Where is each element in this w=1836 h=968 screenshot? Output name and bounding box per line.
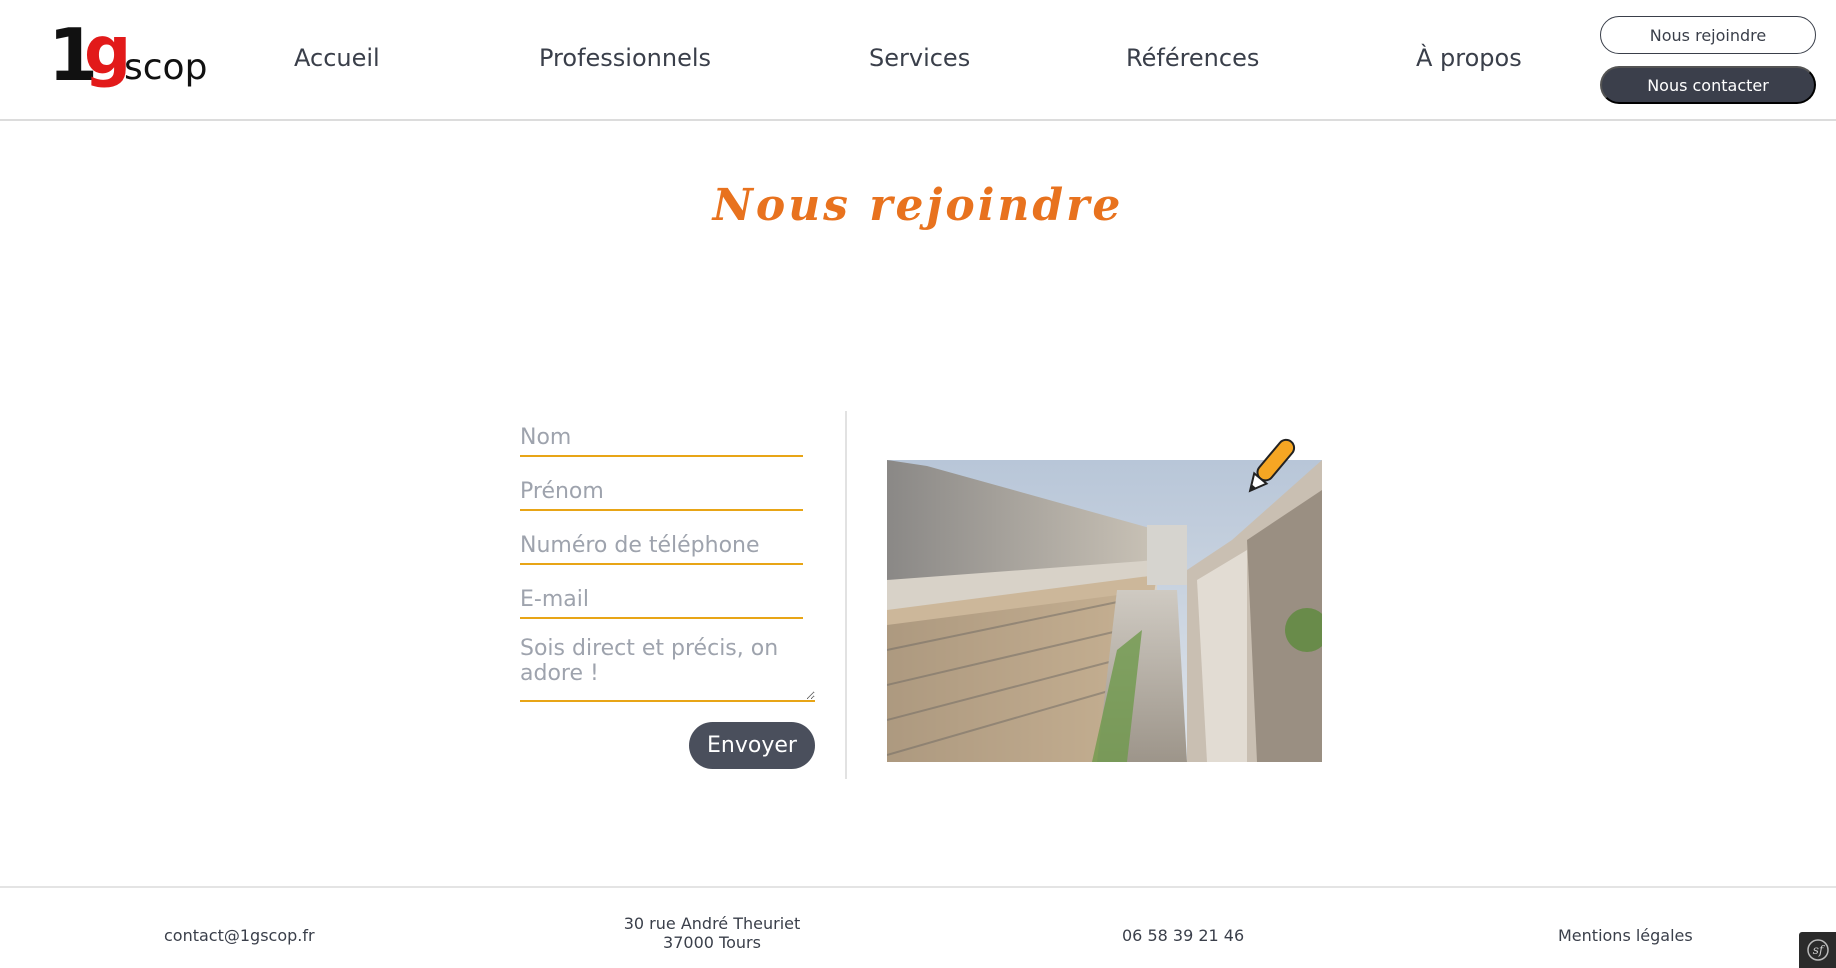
page-title: Nous rejoindre [712,180,1124,231]
email-input[interactable] [520,579,803,619]
send-button[interactable]: Envoyer [689,722,815,769]
phone-input[interactable] [520,525,803,565]
site-header: 1 g scop Accueil Professionnels Services… [0,0,1836,121]
nav-services[interactable]: Services [869,44,970,72]
contact-button[interactable]: Nous contacter [1600,66,1816,104]
nav-references[interactable]: Références [1126,44,1259,72]
vertical-divider [845,411,847,779]
footer-address: 30 rue André Theuriet 37000 Tours [612,914,812,952]
nav-professionnels[interactable]: Professionnels [539,44,711,72]
site-footer: contact@1gscop.fr 30 rue André Theuriet … [0,886,1836,968]
symfony-toolbar-icon[interactable]: sf [1799,932,1836,968]
footer-email-link[interactable]: contact@1gscop.fr [164,926,315,945]
logo-word: scop [124,47,208,88]
svg-text:sf: sf [1812,943,1825,957]
nav-accueil[interactable]: Accueil [294,44,380,72]
pencil-icon [1248,438,1296,493]
nav-a-propos[interactable]: À propos [1416,44,1522,72]
logo[interactable]: 1 g scop [48,10,208,100]
nom-input[interactable] [520,417,803,457]
message-textarea[interactable] [520,636,815,702]
footer-legal-link[interactable]: Mentions légales [1558,926,1693,945]
prenom-input[interactable] [520,471,803,511]
join-button[interactable]: Nous rejoindre [1600,16,1816,54]
building-photo [887,460,1322,762]
footer-phone-link[interactable]: 06 58 39 21 46 [1122,926,1244,945]
address-line-1: 30 rue André Theuriet [623,914,801,933]
address-line-2: 37000 Tours [663,933,761,952]
